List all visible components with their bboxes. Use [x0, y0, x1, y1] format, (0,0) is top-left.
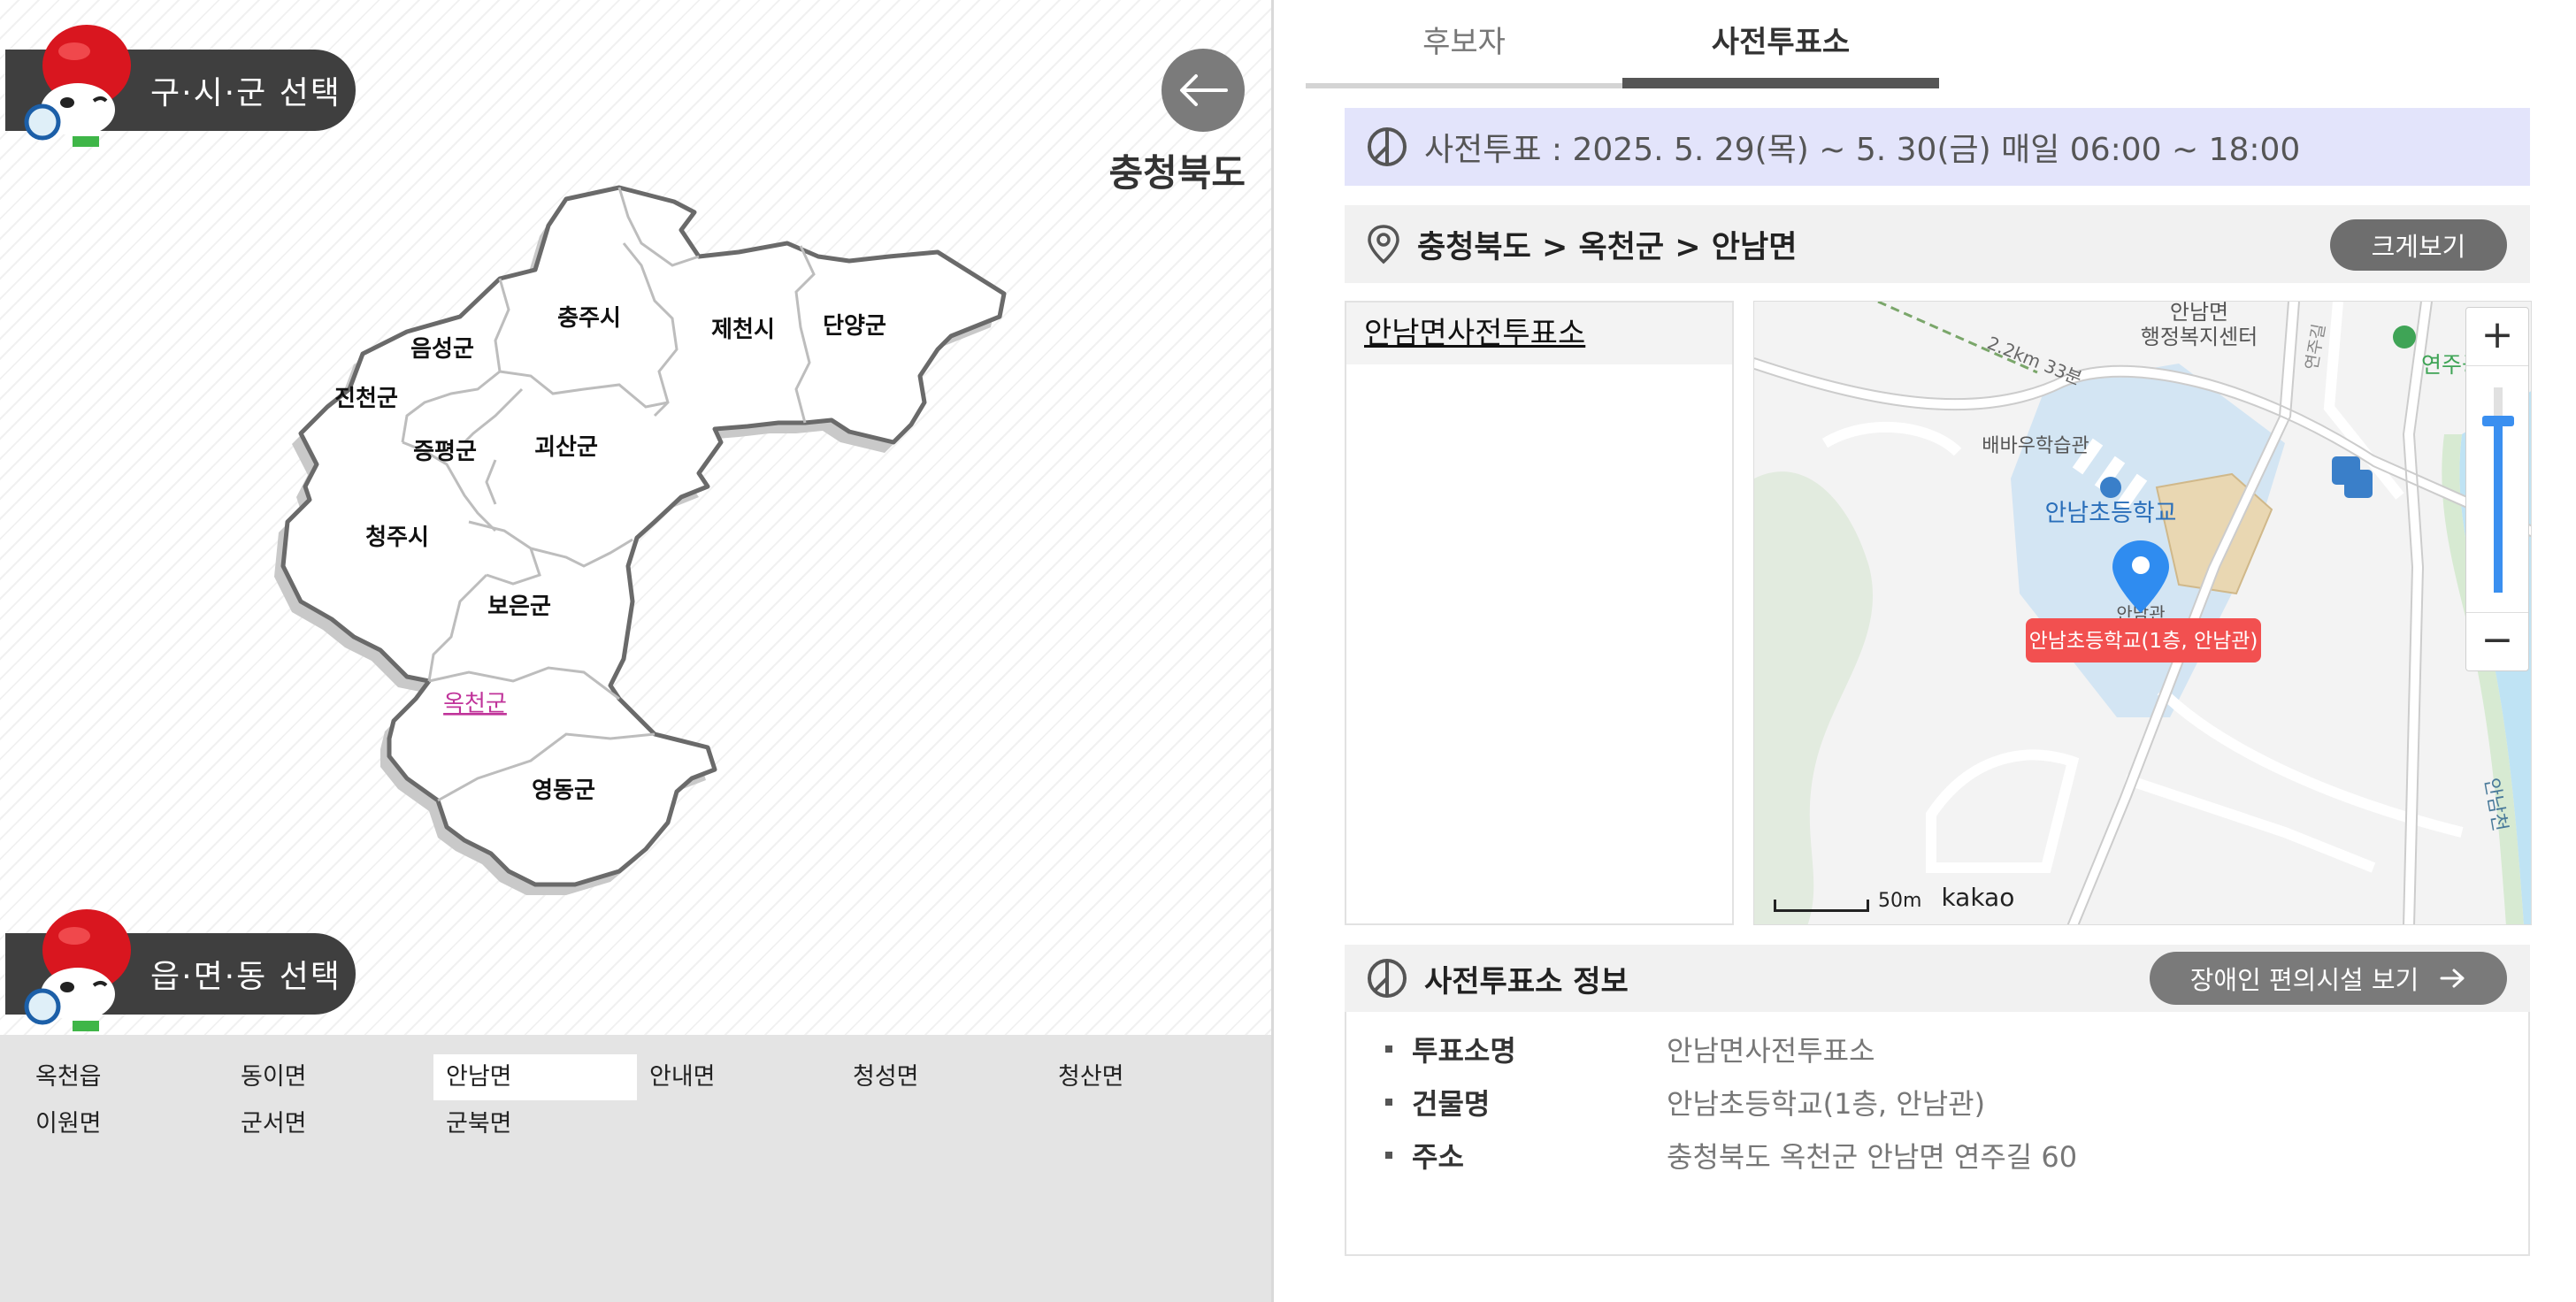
arrow-right-icon: [2440, 969, 2465, 988]
region-danyang[interactable]: 단양군: [823, 313, 886, 340]
sub-district-item[interactable]: 청산면: [1046, 1054, 1124, 1100]
sub-district-item[interactable]: 옥천읍: [23, 1054, 102, 1100]
sub-district-list: 옥천읍 동이면 안남면 안내면 청성면 청산면 이원면 군서면 군북면: [0, 1035, 1271, 1302]
map-label-office: 안남면: [2170, 302, 2228, 325]
info-row: 건물명 안남초등학교(1층, 안남관): [1385, 1076, 1985, 1129]
scale-label: 50m: [1878, 890, 1922, 912]
chungbuk-map: 음성군 충주시 제천시 단양군 진천군 증평군 괴산군 청주시 보은군 옥천군 …: [274, 185, 1007, 895]
mascot-icon: [24, 25, 131, 147]
breadcrumb: 충청북도 > 옥천군 > 안남면: [1417, 229, 1798, 265]
enlarge-map-button[interactable]: 크게보기: [2330, 219, 2507, 271]
clock-icon: [1368, 127, 1407, 166]
info-body: 투표소명 안남면사전투표소 건물명 안남초등학교(1층, 안남관) 주소 충청북…: [1345, 1012, 2530, 1256]
mascot-icon: [24, 909, 131, 1031]
region-jincheon[interactable]: 진천군: [334, 386, 398, 412]
sub-district-item[interactable]: 군북면: [433, 1101, 512, 1147]
district-selector-panel: 음성군 충주시 제천시 단양군 진천군 증평군 괴산군 청주시 보은군 옥천군 …: [0, 0, 1274, 1302]
info-value: 충청북도 옥천군 안남면 연주길 60: [1667, 1140, 2078, 1174]
map-label-school: 안남초등학교: [2044, 500, 2176, 527]
sub-district-item-selected[interactable]: 안남면: [433, 1054, 637, 1100]
tab-candidates[interactable]: 후보자: [1306, 0, 1622, 88]
bullet: [1385, 1152, 1392, 1159]
location-pin-icon: [1368, 225, 1399, 264]
region-title: 충청북도: [1108, 151, 1246, 195]
tab-bar: 후보자 사전투표소: [1306, 0, 2576, 88]
info-row: 주소 충청북도 옥천군 안남면 연주길 60: [1385, 1129, 2077, 1182]
map-label-learning-center: 배바우학습관: [1982, 435, 2089, 457]
voting-period-bar: 사전투표 : 2025. 5. 29(목) ~ 5. 30(금) 매일 06:0…: [1345, 108, 2530, 186]
station-list: 안남면사전투표소: [1345, 301, 1734, 925]
region-chungju[interactable]: 충주시: [557, 305, 621, 332]
accessibility-button-label: 장애인 편의시설 보기: [2189, 965, 2419, 995]
region-boeun[interactable]: 보은군: [487, 594, 551, 620]
kakao-map[interactable]: 2.2km 33분 안남면 행정복지센터 연주공원 연주길 배바우학습관 안남초…: [1753, 301, 2532, 925]
info-header: 사전투표소 정보 장애인 편의시설 보기: [1345, 945, 2530, 1012]
info-key: 건물명: [1412, 1087, 1491, 1121]
zoom-slider-handle[interactable]: [2482, 416, 2514, 426]
region-eumseong[interactable]: 음성군: [410, 336, 474, 363]
arrow-left-icon: [1180, 74, 1228, 106]
region-yeongdong[interactable]: 영동군: [532, 777, 595, 804]
clock-icon: [1368, 959, 1407, 998]
zoom-in-button[interactable]: +: [2466, 308, 2528, 366]
bullet: [1385, 1099, 1392, 1106]
info-title: 사전투표소 정보: [1424, 963, 1629, 999]
location-breadcrumb-bar: 충청북도 > 옥천군 > 안남면 크게보기: [1345, 205, 2530, 283]
map-marker-label[interactable]: 안남초등학교(1층, 안남관): [2029, 630, 2258, 653]
region-map-area: 음성군 충주시 제천시 단양군 진천군 증평군 괴산군 청주시 보은군 옥천군 …: [0, 0, 1271, 1035]
region-jecheon[interactable]: 제천시: [711, 317, 775, 343]
sub-district-item[interactable]: 이원면: [23, 1101, 102, 1147]
info-value: 안남초등학교(1층, 안남관): [1667, 1087, 1986, 1121]
map-canvas: 2.2km 33분 안남면 행정복지센터 연주공원 연주길 배바우학습관 안남초…: [1754, 302, 2531, 924]
zoom-control: + −: [2465, 307, 2529, 671]
info-row: 투표소명 안남면사전투표소: [1385, 1022, 1875, 1076]
sub-district-item[interactable]: 군서면: [228, 1101, 307, 1147]
region-goesan[interactable]: 괴산군: [534, 434, 598, 461]
info-value: 안남면사전투표소: [1667, 1034, 1875, 1068]
voting-period-text: 사전투표 : 2025. 5. 29(목) ~ 5. 30(금) 매일 06:0…: [1424, 132, 2301, 168]
sub-district-item[interactable]: 안내면: [637, 1054, 716, 1100]
zoom-out-button[interactable]: −: [2466, 612, 2528, 670]
zoom-level-fill: [2494, 419, 2503, 593]
map-label-office2: 행정복지센터: [2141, 325, 2258, 349]
sub-district-item[interactable]: 청성면: [840, 1054, 919, 1100]
scale-bar: [1774, 900, 1869, 912]
info-key: 주소: [1412, 1140, 1464, 1174]
tab-early-voting[interactable]: 사전투표소: [1622, 0, 1939, 88]
station-list-item[interactable]: 안남면사전투표소: [1346, 303, 1732, 364]
bullet: [1385, 1045, 1392, 1053]
sub-district-item[interactable]: 동이면: [228, 1054, 307, 1100]
map-scale: 50m kakao: [1774, 883, 2014, 912]
polling-info-panel: 후보자 사전투표소 사전투표 : 2025. 5. 29(목) ~ 5. 30(…: [1306, 0, 2576, 1302]
accessibility-facilities-button[interactable]: 장애인 편의시설 보기: [2150, 952, 2507, 1005]
region-jeungpyeong[interactable]: 증평군: [413, 439, 477, 465]
info-key: 투표소명: [1412, 1034, 1516, 1068]
region-okcheon[interactable]: 옥천군: [443, 691, 507, 717]
region-cheongju[interactable]: 청주시: [365, 525, 429, 551]
kakao-logo: kakao: [1941, 883, 2015, 912]
back-button[interactable]: [1162, 49, 1245, 132]
